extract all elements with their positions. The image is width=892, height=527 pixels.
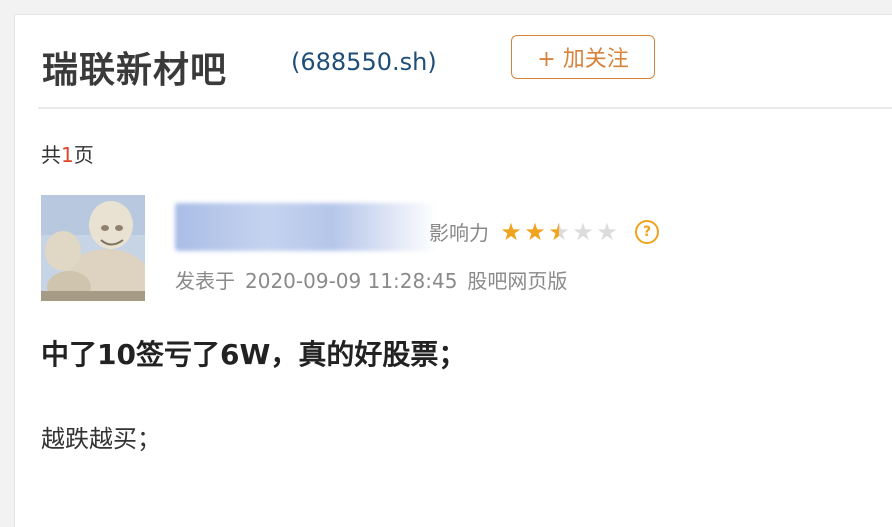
- influence-label: 影响力: [429, 221, 489, 245]
- post-datetime: 2020-09-09 11:28:45: [245, 269, 458, 293]
- page-count: 共1页: [41, 139, 94, 168]
- post-title[interactable]: 中了10签亏了6W，真的好股票；: [41, 333, 466, 373]
- stock-code-link[interactable]: (688550.sh): [291, 48, 437, 76]
- header-divider: [38, 107, 892, 109]
- avatar-image: [41, 195, 145, 301]
- half-star-icon: ★: [548, 217, 570, 246]
- post-meta: 发表于 2020-09-09 11:28:45 股吧网页版: [175, 265, 577, 294]
- influence-stars: ★ ★ ★ ★ ★: [499, 220, 619, 244]
- user-avatar[interactable]: [41, 195, 145, 301]
- empty-star-icon: ★: [572, 217, 594, 246]
- page-count-prefix: 共: [41, 143, 61, 167]
- empty-star-icon: ★: [596, 217, 618, 246]
- posted-label: 发表于: [175, 269, 235, 293]
- page-count-suffix: 页: [73, 143, 94, 167]
- star-icon: ★: [524, 217, 546, 246]
- star-icon: ★: [500, 217, 522, 246]
- bar-name-title[interactable]: 瑞联新材吧: [42, 41, 227, 93]
- post-body: 越跌越买；: [41, 425, 161, 453]
- influence-rating: 影响力 ★ ★ ★ ★ ★ ?: [429, 217, 659, 246]
- follow-button[interactable]: + 加关注: [511, 35, 655, 79]
- username-blurred[interactable]: [175, 203, 437, 251]
- page-count-number: 1: [61, 143, 74, 167]
- bar-header: 瑞联新材吧 (688550.sh) + 加关注: [15, 15, 892, 107]
- post-source: 股吧网页版: [467, 269, 568, 293]
- question-circle-icon[interactable]: ?: [635, 219, 659, 244]
- stock-bar-card: 瑞联新材吧 (688550.sh) + 加关注 共1页 影响力 ★ ★ ★ ★ …: [14, 14, 892, 527]
